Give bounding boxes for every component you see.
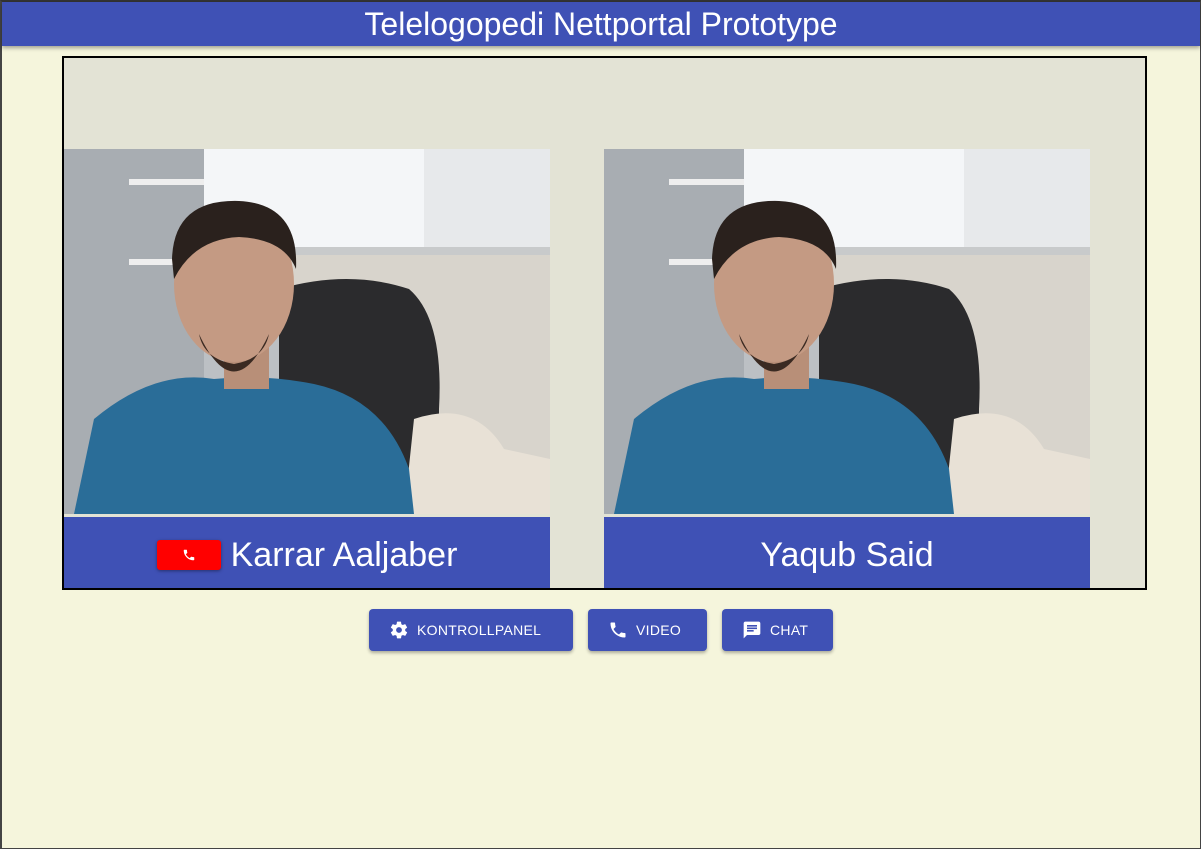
chat-button[interactable]: CHAT [722, 609, 833, 651]
app-header: Telelogopedi Nettportal Prototype [2, 2, 1200, 46]
control-panel-button[interactable]: KONTROLLPANEL [369, 609, 573, 651]
phone-icon [608, 620, 628, 640]
participant-name: Yaqub Said [760, 535, 934, 574]
participant-name-bar: Yaqub Said [604, 517, 1090, 588]
video-label: VIDEO [636, 622, 682, 638]
control-panel-label: KONTROLLPANEL [417, 622, 542, 638]
page-title: Telelogopedi Nettportal Prototype [364, 6, 838, 42]
gear-icon [389, 620, 409, 640]
call-controls: KONTROLLPANEL VIDEO CHAT [2, 609, 1200, 651]
hangup-icon [183, 549, 194, 561]
hangup-button[interactable] [156, 540, 221, 570]
chat-icon [742, 620, 762, 640]
video-feed [64, 149, 550, 514]
camera-image [64, 149, 550, 514]
chat-label: CHAT [770, 622, 809, 638]
participant-tile-local: Karrar Aaljaber [64, 149, 550, 588]
participant-name: Karrar Aaljaber [230, 535, 458, 574]
camera-image [604, 149, 1090, 514]
participant-name-bar: Karrar Aaljaber [64, 517, 550, 588]
participant-tile-remote: Yaqub Said [604, 149, 1090, 588]
video-call-panel: Karrar Aaljaber Yaqub Said [62, 56, 1147, 590]
video-feed [604, 149, 1090, 514]
video-button[interactable]: VIDEO [588, 609, 707, 651]
